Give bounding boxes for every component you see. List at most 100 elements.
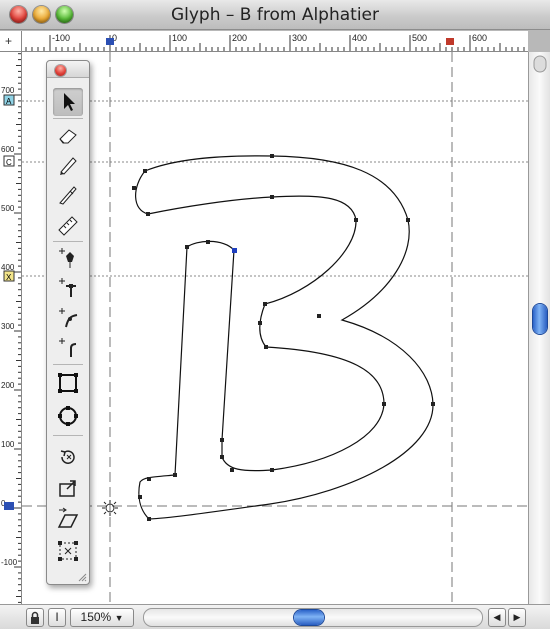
glyph-control-point[interactable] xyxy=(173,473,177,477)
tool-palette-header[interactable] xyxy=(47,61,89,78)
skew-tool-button[interactable] xyxy=(53,505,83,533)
ruler-tick-label: -100 xyxy=(1,558,18,567)
pen-icon xyxy=(60,157,77,175)
add-tangent-point-tool-button[interactable] xyxy=(53,274,83,302)
horizontal-scroll-thumb[interactable] xyxy=(294,610,324,625)
info-button[interactable]: I xyxy=(48,608,66,627)
add-curve-point-tool-button[interactable] xyxy=(53,304,83,332)
chevron-down-icon: ▼ xyxy=(114,613,124,623)
capheight-marker[interactable]: C xyxy=(3,155,15,167)
ruler-tick-label: 600 xyxy=(472,33,487,43)
ruler-tick-label: 300 xyxy=(1,322,15,331)
vertical-ruler-graphic: 7006005004003002001000-100 A C X xyxy=(1,53,21,603)
add-corner-point-tool-button[interactable] xyxy=(53,334,83,362)
crosshair-icon: + xyxy=(5,34,13,48)
zoom-select[interactable]: 150% ▼ xyxy=(70,608,134,627)
xheight-marker[interactable]: X xyxy=(3,270,15,282)
scroll-left-button[interactable]: ◀ xyxy=(488,608,506,627)
glyph-control-point[interactable] xyxy=(270,195,274,199)
zoom-value: 150% xyxy=(80,610,112,624)
horizontal-ruler[interactable]: -100 0 100 200 300 400 500 600 xyxy=(22,31,528,52)
pointer-tool-button[interactable] xyxy=(53,88,83,116)
glyph-control-point[interactable] xyxy=(147,477,151,481)
selected-control-point[interactable] xyxy=(232,248,237,253)
tool-palette xyxy=(46,60,90,585)
advance-width-marker[interactable] xyxy=(446,38,454,45)
glyph-control-point[interactable] xyxy=(230,468,234,472)
ruler-tick-label: 500 xyxy=(1,204,15,213)
separator xyxy=(53,435,83,436)
window-title: Glyph – B from Alphatier xyxy=(170,5,380,25)
ruler-tick-label: 200 xyxy=(232,33,247,43)
transform-icon xyxy=(58,541,78,561)
glyph-control-point[interactable] xyxy=(263,302,267,306)
lock-icon xyxy=(31,611,39,624)
glyph-control-point[interactable] xyxy=(132,186,136,190)
scroll-up-icon[interactable] xyxy=(533,55,547,73)
add-point-tool-button[interactable] xyxy=(53,244,83,272)
ruler-tick-label: 600 xyxy=(1,145,15,154)
ruler-tick-label: 100 xyxy=(1,440,15,449)
ruler-corner[interactable]: + xyxy=(0,31,22,52)
separator xyxy=(53,118,83,119)
glyph-canvas[interactable] xyxy=(22,52,528,604)
ruler-icon xyxy=(58,216,78,236)
arrow-right-icon: ▶ xyxy=(513,612,521,622)
pen-add-point-icon xyxy=(59,248,74,268)
glyph-control-point[interactable] xyxy=(354,218,358,222)
close-palette-button[interactable] xyxy=(55,65,66,76)
glyph-control-point[interactable] xyxy=(185,245,189,249)
vertical-ruler[interactable]: 700 600 500 400 300 200 100 0 -100 A C X xyxy=(0,52,22,604)
knife-icon xyxy=(59,186,77,205)
rectangle-tool-button[interactable] xyxy=(53,369,83,397)
glyph-control-point[interactable] xyxy=(406,218,410,222)
glyph-control-point[interactable] xyxy=(220,455,224,459)
left-sidebearing-marker[interactable] xyxy=(106,38,114,45)
glyph-control-point[interactable] xyxy=(258,321,262,325)
glyph-control-point[interactable] xyxy=(431,402,435,406)
separator xyxy=(53,241,83,242)
horizontal-scrollbar[interactable] xyxy=(143,608,483,627)
ruler-tick-label: 200 xyxy=(1,381,15,390)
scale-icon xyxy=(59,480,76,497)
rectangle-icon xyxy=(58,373,78,393)
ruler-tick-label: 500 xyxy=(412,33,427,43)
glyph-outer-contour[interactable] xyxy=(135,155,434,520)
scale-tool-button[interactable] xyxy=(53,474,83,502)
ellipse-tool-button[interactable] xyxy=(53,402,83,430)
glyph-control-point[interactable] xyxy=(317,314,321,318)
glyph-control-point[interactable] xyxy=(264,345,268,349)
scroll-right-button[interactable]: ▶ xyxy=(508,608,526,627)
tangent-point-icon xyxy=(59,278,76,297)
glyph-control-point[interactable] xyxy=(270,468,274,472)
window-titlebar: Glyph – B from Alphatier xyxy=(0,0,550,30)
measure-tool-button[interactable] xyxy=(53,211,83,239)
horizontal-ruler-graphic: -100 0 100 200 300 400 500 600 xyxy=(25,33,525,51)
lock-button[interactable] xyxy=(26,608,44,627)
glyph-control-point[interactable] xyxy=(206,240,210,244)
transform-tool-button[interactable] xyxy=(53,537,83,565)
glyph-control-point[interactable] xyxy=(220,438,224,442)
status-bar: I 150% ▼ ◀ ▶ xyxy=(0,604,550,629)
baseline-marker[interactable] xyxy=(4,502,14,510)
eraser-tool-button[interactable] xyxy=(53,121,83,149)
corner-point-icon xyxy=(59,338,77,357)
arrow-pointer-icon xyxy=(64,93,75,111)
resize-grip-icon[interactable] xyxy=(77,572,87,582)
glyph-control-point[interactable] xyxy=(143,169,147,173)
glyph-control-point[interactable] xyxy=(382,402,386,406)
glyph-control-point[interactable] xyxy=(270,154,274,158)
control-points xyxy=(132,154,435,521)
arrow-left-icon: ◀ xyxy=(493,612,501,622)
ascender-marker[interactable]: A xyxy=(3,94,15,106)
knife-tool-button[interactable] xyxy=(53,181,83,209)
rotate-icon xyxy=(60,450,75,464)
glyph-control-point[interactable] xyxy=(147,517,151,521)
pen-draw-tool-button[interactable] xyxy=(53,151,83,179)
vertical-scroll-thumb[interactable] xyxy=(533,304,547,334)
glyph-control-point[interactable] xyxy=(138,495,142,499)
glyph-control-point[interactable] xyxy=(146,212,150,216)
rotate-tool-button[interactable] xyxy=(53,443,83,471)
vertical-scrollbar[interactable] xyxy=(528,52,550,604)
ruler-tick-label: 700 xyxy=(1,86,15,95)
